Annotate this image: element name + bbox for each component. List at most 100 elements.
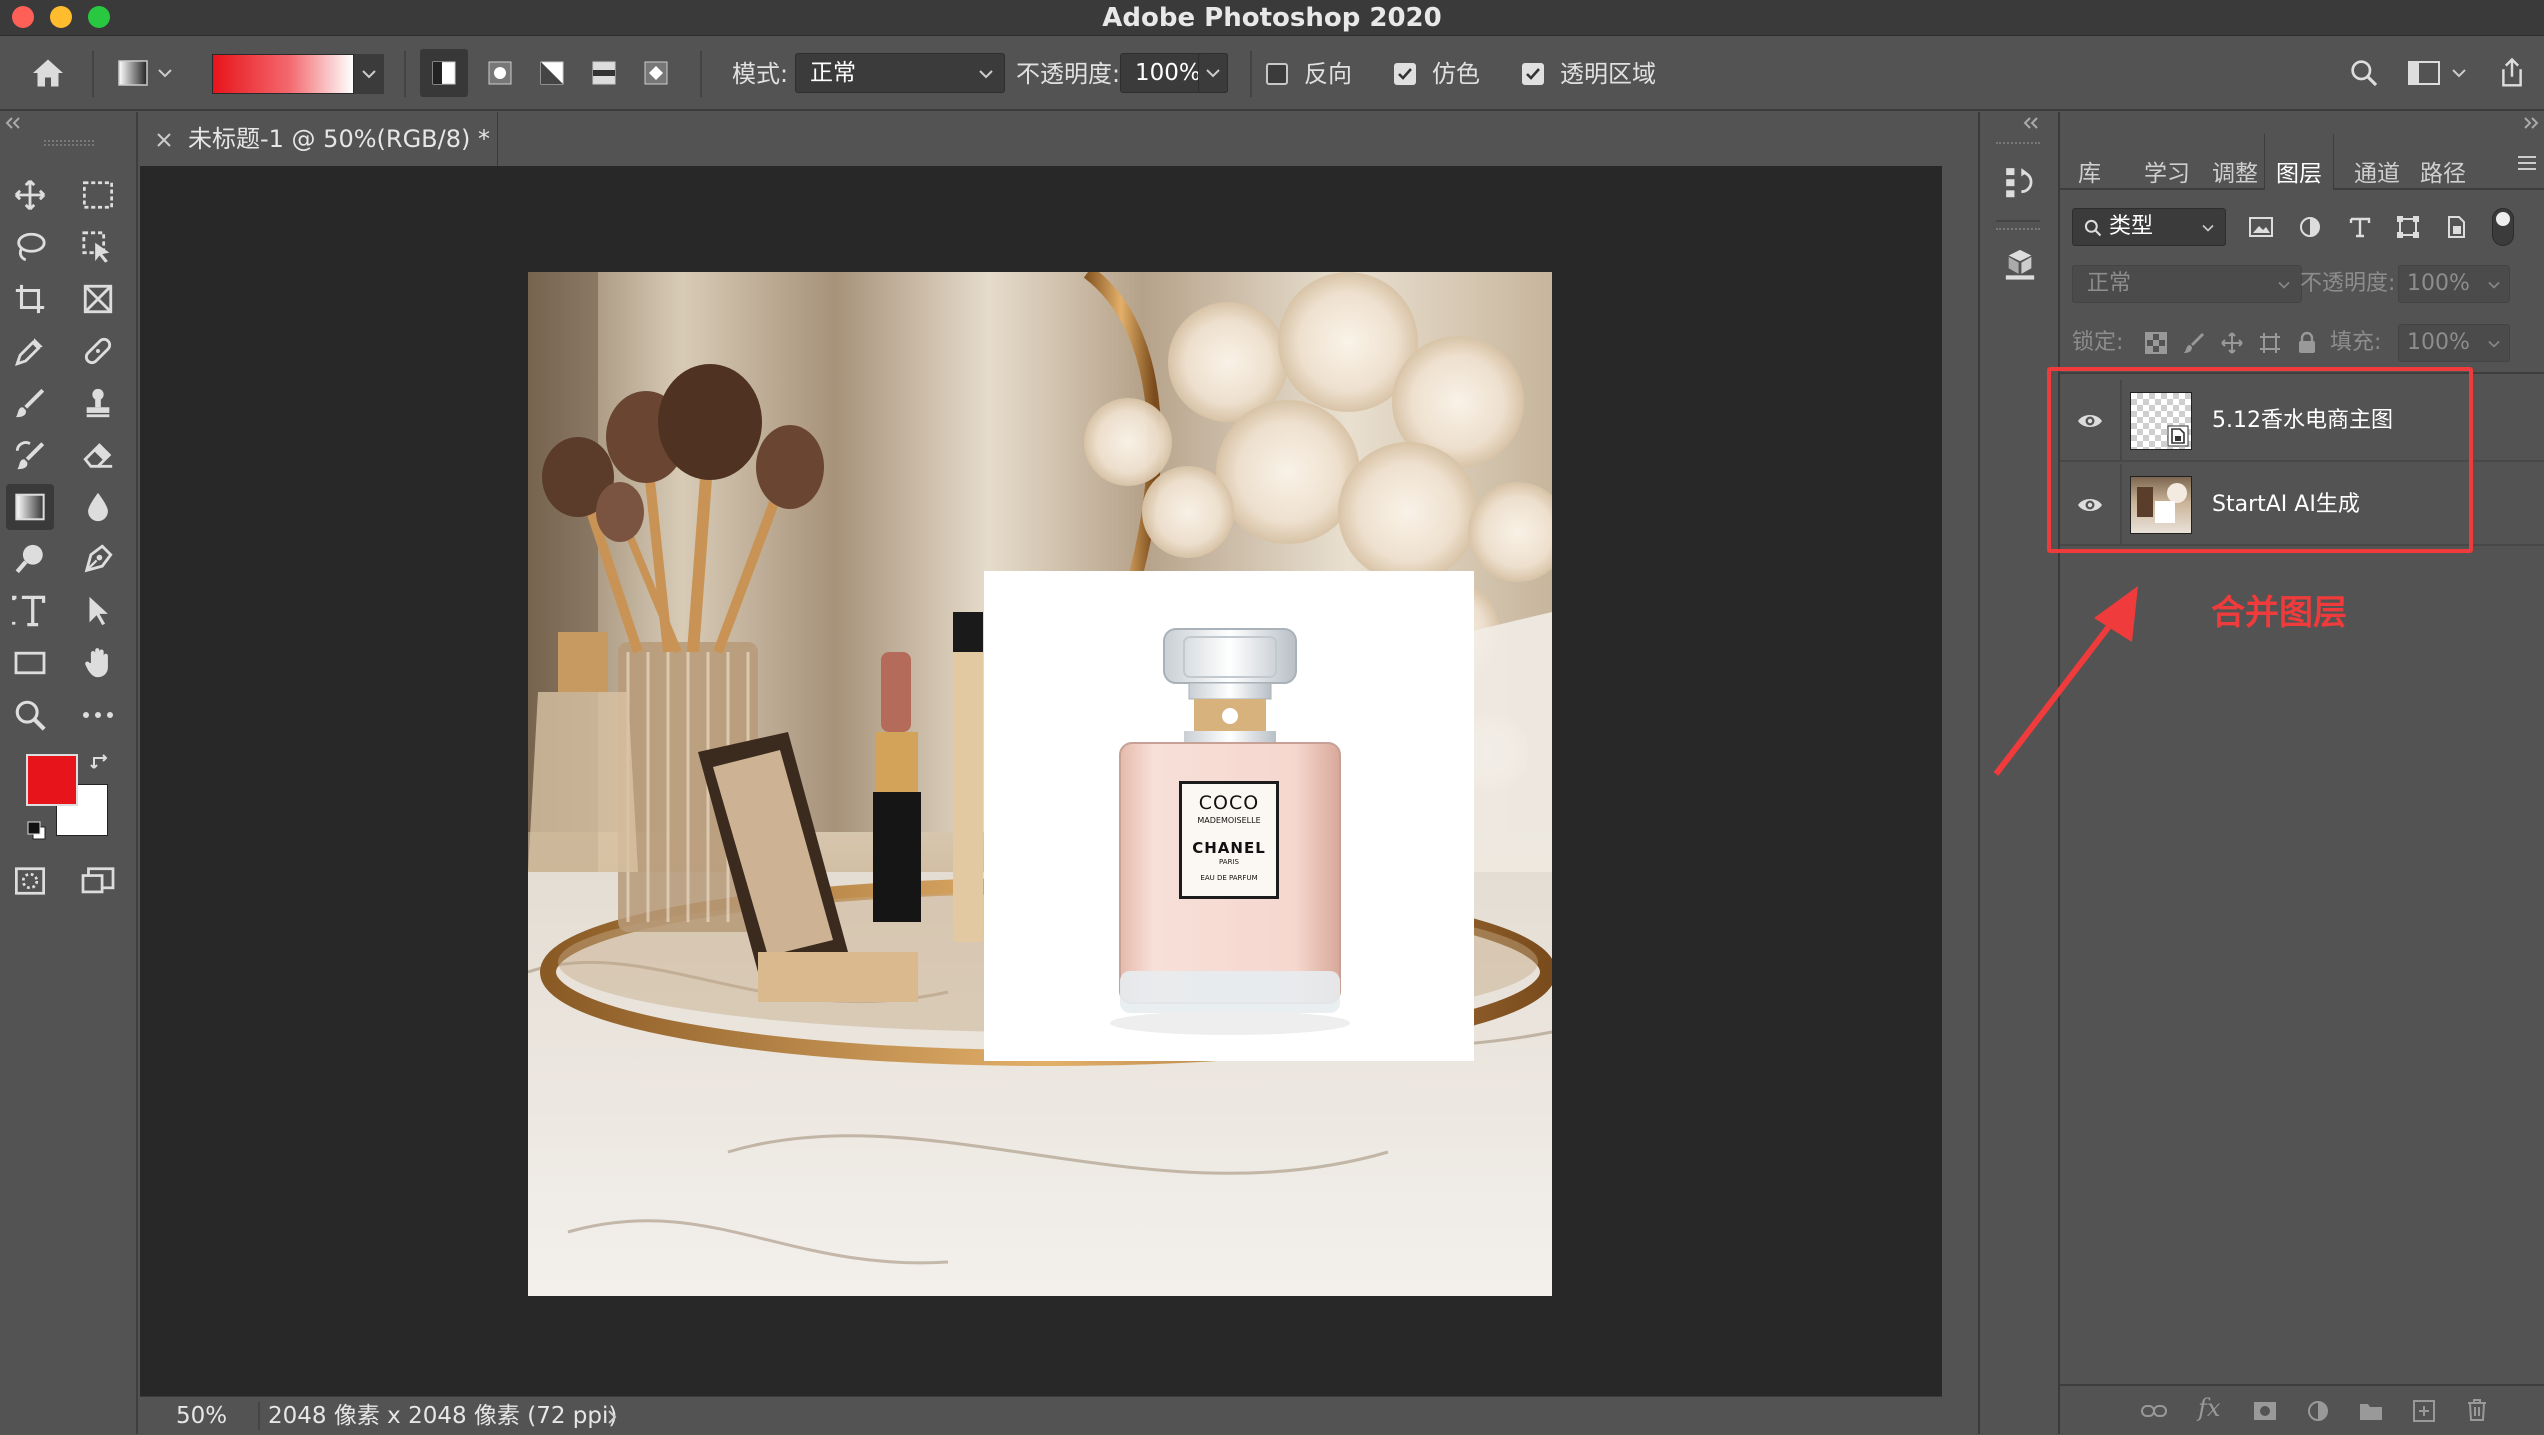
- reverse-checkbox[interactable]: [1266, 63, 1288, 85]
- blend-mode-select[interactable]: 正常: [2072, 265, 2302, 303]
- radial-gradient-button[interactable]: [476, 49, 524, 97]
- transparency-checkbox[interactable]: [1522, 63, 1544, 85]
- angle-gradient-button[interactable]: [528, 49, 576, 97]
- object-selection-tool[interactable]: [74, 224, 122, 270]
- pen-tool[interactable]: [74, 536, 122, 582]
- filter-shape-icon[interactable]: [2396, 215, 2420, 239]
- document-tab[interactable]: 未标题-1 @ 50%(RGB/8) *: [140, 112, 498, 166]
- blend-mode-value: 正常: [2087, 271, 2132, 296]
- zoom-level[interactable]: 50%: [176, 1397, 227, 1435]
- lock-pixels-icon[interactable]: [2182, 331, 2206, 355]
- document-info[interactable]: 2048 像素 x 2048 像素 (72 ppi): [268, 1397, 617, 1435]
- fill-field[interactable]: 100%: [2398, 324, 2510, 362]
- reflected-gradient-icon: [592, 61, 616, 85]
- checkmark-icon: [1526, 68, 1540, 80]
- healing-brush-tool[interactable]: [74, 328, 122, 374]
- gradient-picker[interactable]: [212, 53, 384, 95]
- edit-toolbar-button[interactable]: [74, 692, 122, 738]
- collapse-panels-icon: [2023, 117, 2038, 129]
- share-button[interactable]: [2490, 49, 2534, 97]
- zoom-tool[interactable]: [6, 692, 54, 738]
- delete-layer-icon[interactable]: [2466, 1398, 2488, 1422]
- dither-checkbox[interactable]: [1394, 63, 1416, 85]
- dodge-tool[interactable]: [6, 536, 54, 582]
- screen-mode-button[interactable]: [74, 858, 122, 904]
- perfume-label: COCO MADEMOISELLE CHANEL PARIS EAU DE PA…: [1179, 781, 1279, 899]
- history-brush-tool[interactable]: [6, 432, 54, 478]
- lock-all-icon[interactable]: [2296, 331, 2318, 355]
- lock-label: 锁定:: [2072, 330, 2124, 355]
- mode-select[interactable]: 正常: [795, 53, 1005, 93]
- foreground-color-swatch[interactable]: [26, 754, 78, 806]
- dither-label: 仿色: [1432, 60, 1480, 88]
- eyedropper-tool[interactable]: [6, 328, 54, 374]
- home-icon: [33, 59, 63, 87]
- filter-toggle[interactable]: [2492, 208, 2514, 246]
- lock-transparent-icon[interactable]: [2144, 331, 2168, 355]
- history-icon: [2006, 168, 2033, 198]
- canvas-image[interactable]: COCO MADEMOISELLE CHANEL PARIS EAU DE PA…: [528, 272, 1552, 1296]
- title-bar: Adobe Photoshop 2020: [0, 0, 2544, 36]
- add-mask-icon[interactable]: [2252, 1400, 2278, 1422]
- toolbar-grip[interactable]: [44, 140, 94, 146]
- path-selection-tool[interactable]: [74, 588, 122, 634]
- filter-adjustment-icon[interactable]: [2298, 215, 2322, 239]
- angle-gradient-icon: [540, 61, 564, 85]
- lasso-tool[interactable]: [6, 224, 54, 270]
- filter-pixel-icon[interactable]: [2248, 216, 2274, 238]
- tab-layers[interactable]: 图层: [2276, 154, 2322, 188]
- reflected-gradient-button[interactable]: [580, 49, 628, 97]
- filter-type-icon[interactable]: [2348, 215, 2372, 239]
- gradient-tool[interactable]: [6, 484, 54, 530]
- tool-preset-picker[interactable]: [108, 49, 182, 97]
- quick-mask-button[interactable]: [6, 858, 54, 904]
- layer-filter-select[interactable]: 类型: [2072, 208, 2226, 246]
- home-button[interactable]: [24, 49, 72, 97]
- tab-libraries[interactable]: 库: [2078, 154, 2101, 188]
- frame-tool[interactable]: [74, 276, 122, 322]
- filter-smart-object-icon[interactable]: [2444, 215, 2468, 239]
- linear-gradient-button[interactable]: [420, 49, 468, 97]
- collapse-dock-icon: [2524, 117, 2539, 129]
- annotation-arrow-icon: [1993, 586, 2138, 776]
- tab-learn[interactable]: 学习: [2144, 154, 2190, 188]
- brush-tool[interactable]: [6, 380, 54, 426]
- gradient-tool-preset-icon: [118, 60, 148, 86]
- close-icon: [157, 133, 171, 147]
- history-panel-button[interactable]: [1996, 158, 2044, 206]
- opacity-dropdown[interactable]: [1198, 53, 1228, 93]
- eraser-tool[interactable]: [74, 432, 122, 478]
- layer-opacity-field[interactable]: 100%: [2398, 265, 2510, 303]
- search-button[interactable]: [2340, 49, 2388, 97]
- adjustment-layer-icon[interactable]: [2306, 1399, 2330, 1423]
- move-tool[interactable]: [6, 172, 54, 218]
- marquee-tool[interactable]: [74, 172, 122, 218]
- linear-gradient-icon: [432, 61, 456, 85]
- tab-channels[interactable]: 通道: [2354, 154, 2400, 188]
- diamond-gradient-button[interactable]: [632, 49, 680, 97]
- crop-tool[interactable]: [6, 276, 54, 322]
- link-layers-icon[interactable]: [2140, 1402, 2168, 1420]
- hand-tool[interactable]: [74, 640, 122, 686]
- radial-gradient-icon: [488, 61, 512, 85]
- workspace-button[interactable]: [2402, 49, 2472, 97]
- magnifier-icon: [15, 700, 46, 731]
- dodge-icon: [15, 544, 43, 574]
- gradient-swatch[interactable]: [212, 54, 354, 94]
- lock-artboard-icon[interactable]: [2258, 331, 2282, 355]
- blur-tool[interactable]: [74, 484, 122, 530]
- tab-paths[interactable]: 路径: [2420, 154, 2466, 188]
- fx-icon[interactable]: fx: [2198, 1394, 2220, 1422]
- lasso-icon: [17, 232, 46, 262]
- clone-stamp-tool[interactable]: [74, 380, 122, 426]
- stamp-icon: [86, 388, 110, 418]
- rectangle-tool[interactable]: [6, 640, 54, 686]
- new-layer-icon[interactable]: [2412, 1399, 2436, 1423]
- more-icon: [83, 712, 113, 718]
- lock-position-icon[interactable]: [2220, 331, 2244, 355]
- new-group-icon[interactable]: [2358, 1400, 2384, 1422]
- tab-adjustments[interactable]: 调整: [2212, 154, 2258, 188]
- type-tool[interactable]: [6, 588, 54, 634]
- 3d-panel-button[interactable]: [1996, 240, 2044, 288]
- perfume-product-inset[interactable]: COCO MADEMOISELLE CHANEL PARIS EAU DE PA…: [984, 571, 1474, 1061]
